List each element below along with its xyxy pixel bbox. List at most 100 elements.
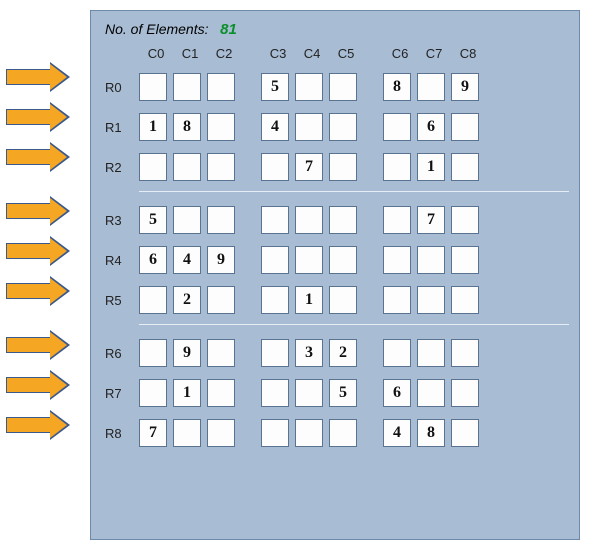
- sudoku-cell[interactable]: [207, 419, 235, 447]
- col-header: C2: [207, 46, 241, 61]
- sudoku-cell[interactable]: 4: [173, 246, 201, 274]
- sudoku-cell[interactable]: [261, 206, 289, 234]
- sudoku-cell[interactable]: [451, 419, 479, 447]
- sudoku-cell[interactable]: [451, 206, 479, 234]
- sudoku-cell[interactable]: [173, 153, 201, 181]
- col-header: C1: [173, 46, 207, 61]
- sudoku-cell[interactable]: [139, 286, 167, 314]
- sudoku-cell[interactable]: [383, 113, 411, 141]
- sudoku-cell[interactable]: 6: [383, 379, 411, 407]
- sudoku-cell[interactable]: [261, 379, 289, 407]
- sudoku-cell[interactable]: [173, 73, 201, 101]
- sudoku-cell[interactable]: [207, 73, 235, 101]
- arrow-icon: [6, 102, 78, 132]
- sudoku-cell[interactable]: [295, 419, 323, 447]
- sudoku-cell[interactable]: 6: [417, 113, 445, 141]
- sudoku-cell[interactable]: 8: [417, 419, 445, 447]
- sudoku-cell[interactable]: [417, 339, 445, 367]
- sudoku-cell[interactable]: 7: [417, 206, 445, 234]
- sudoku-row: R118 4 6: [105, 111, 565, 143]
- sudoku-cell[interactable]: [207, 379, 235, 407]
- arrow-icon: [6, 370, 78, 400]
- sudoku-cell[interactable]: [207, 206, 235, 234]
- sudoku-grid: R0589R11846R271R357R4649R521R6932R7156R8…: [105, 67, 565, 449]
- sudoku-cell[interactable]: 9: [207, 246, 235, 274]
- sudoku-cell[interactable]: [295, 379, 323, 407]
- arrow-icon: [6, 236, 78, 266]
- row-header: R8: [105, 426, 139, 441]
- sudoku-row: R6 9 32: [105, 337, 565, 369]
- col-header: C5: [329, 46, 363, 61]
- sudoku-cell[interactable]: [261, 153, 289, 181]
- sudoku-cell[interactable]: [139, 73, 167, 101]
- sudoku-cell[interactable]: [451, 246, 479, 274]
- sudoku-cell[interactable]: [207, 339, 235, 367]
- sudoku-cell[interactable]: [451, 113, 479, 141]
- sudoku-cell[interactable]: 4: [383, 419, 411, 447]
- sudoku-row: R7 1 56: [105, 377, 565, 409]
- sudoku-cell[interactable]: [295, 73, 323, 101]
- row-header: R6: [105, 346, 139, 361]
- sudoku-cell[interactable]: [139, 339, 167, 367]
- sudoku-cell[interactable]: 1: [173, 379, 201, 407]
- sudoku-cell[interactable]: [417, 379, 445, 407]
- sudoku-cell[interactable]: 5: [139, 206, 167, 234]
- sudoku-cell[interactable]: 2: [173, 286, 201, 314]
- sudoku-cell[interactable]: [451, 153, 479, 181]
- sudoku-cell[interactable]: [329, 206, 357, 234]
- sudoku-cell[interactable]: [383, 286, 411, 314]
- sudoku-cell[interactable]: 2: [329, 339, 357, 367]
- sudoku-cell[interactable]: [261, 246, 289, 274]
- sudoku-cell[interactable]: 6: [139, 246, 167, 274]
- sudoku-row: R4649: [105, 244, 565, 276]
- sudoku-cell[interactable]: [295, 206, 323, 234]
- sudoku-cell[interactable]: 9: [173, 339, 201, 367]
- col-header: C6: [383, 46, 417, 61]
- sudoku-cell[interactable]: [383, 206, 411, 234]
- sudoku-cell[interactable]: [329, 153, 357, 181]
- sudoku-cell[interactable]: [417, 73, 445, 101]
- sudoku-cell[interactable]: 3: [295, 339, 323, 367]
- sudoku-cell[interactable]: 5: [261, 73, 289, 101]
- col-header: C7: [417, 46, 451, 61]
- sudoku-cell[interactable]: [139, 153, 167, 181]
- row-header: R7: [105, 386, 139, 401]
- sudoku-cell[interactable]: [451, 379, 479, 407]
- sudoku-cell[interactable]: 9: [451, 73, 479, 101]
- sudoku-cell[interactable]: [173, 419, 201, 447]
- sudoku-cell[interactable]: [417, 246, 445, 274]
- sudoku-cell[interactable]: [261, 419, 289, 447]
- sudoku-cell[interactable]: [329, 419, 357, 447]
- sudoku-cell[interactable]: [383, 246, 411, 274]
- sudoku-cell[interactable]: [451, 286, 479, 314]
- arrow-icon: [6, 142, 78, 172]
- sudoku-cell[interactable]: [173, 206, 201, 234]
- sudoku-cell[interactable]: [329, 246, 357, 274]
- sudoku-cell[interactable]: [329, 73, 357, 101]
- sudoku-cell[interactable]: [207, 153, 235, 181]
- sudoku-cell[interactable]: [139, 379, 167, 407]
- sudoku-cell[interactable]: [329, 286, 357, 314]
- sudoku-cell[interactable]: 1: [295, 286, 323, 314]
- sudoku-cell[interactable]: 1: [139, 113, 167, 141]
- sudoku-cell[interactable]: 5: [329, 379, 357, 407]
- sudoku-cell[interactable]: [451, 339, 479, 367]
- sudoku-cell[interactable]: 8: [173, 113, 201, 141]
- sudoku-cell[interactable]: [261, 339, 289, 367]
- sudoku-cell[interactable]: [207, 286, 235, 314]
- sudoku-cell[interactable]: 7: [295, 153, 323, 181]
- sudoku-cell[interactable]: [295, 246, 323, 274]
- sudoku-cell[interactable]: 8: [383, 73, 411, 101]
- sudoku-cell[interactable]: [261, 286, 289, 314]
- sudoku-cell[interactable]: [417, 286, 445, 314]
- sudoku-cell[interactable]: 7: [139, 419, 167, 447]
- sudoku-cell[interactable]: [329, 113, 357, 141]
- sudoku-cell[interactable]: [383, 153, 411, 181]
- sudoku-cell[interactable]: 4: [261, 113, 289, 141]
- sudoku-cell[interactable]: 1: [417, 153, 445, 181]
- sudoku-cell[interactable]: [207, 113, 235, 141]
- row-header: R1: [105, 120, 139, 135]
- sudoku-cell[interactable]: [383, 339, 411, 367]
- sudoku-cell[interactable]: [295, 113, 323, 141]
- arrow-icon: [6, 330, 78, 360]
